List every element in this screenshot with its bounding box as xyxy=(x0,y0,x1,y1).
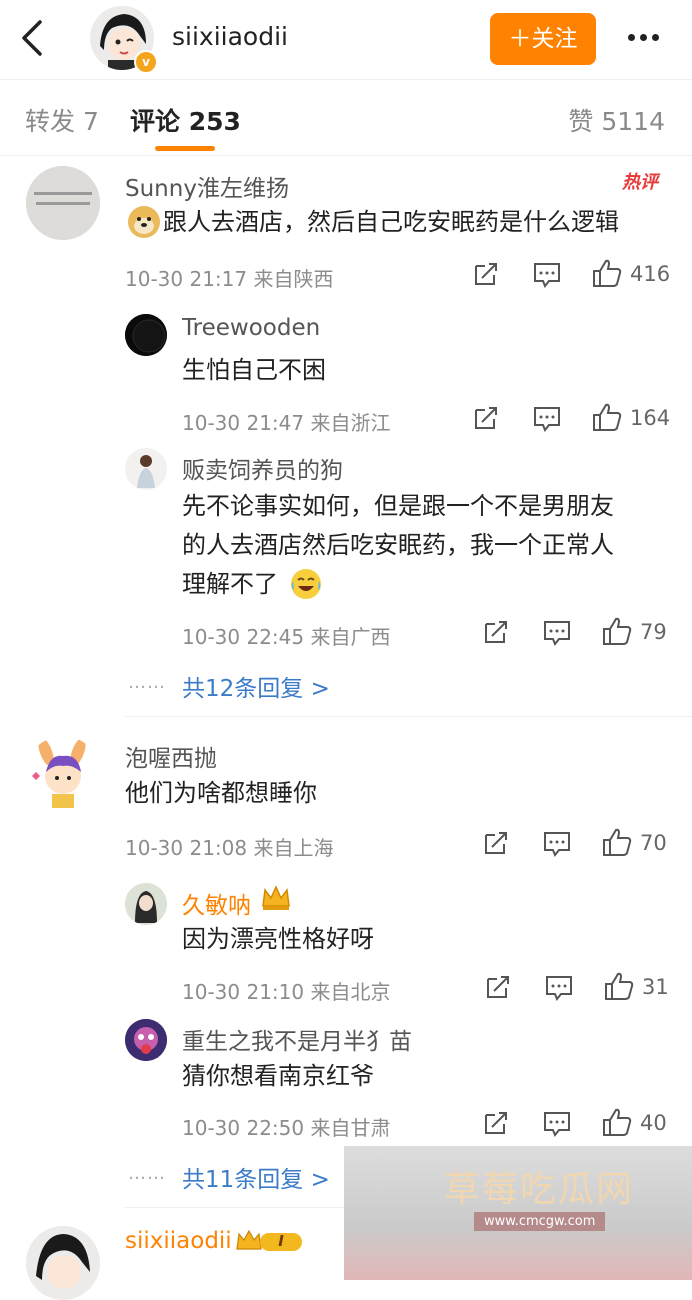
replier-name[interactable]: 久敏呐 xyxy=(182,886,251,920)
reply-meta: 10-30 22:45 来自广西 xyxy=(182,625,391,649)
reply-meta: 10-30 21:47 来自浙江 xyxy=(182,411,391,435)
reply-icon[interactable] xyxy=(543,1111,571,1137)
like-count: 416 xyxy=(630,262,671,286)
like-count: 79 xyxy=(640,620,667,644)
commenter-name[interactable]: 泡喔西抛 xyxy=(125,739,217,773)
replier-name[interactable]: Treewooden xyxy=(182,315,320,341)
watermark-title: 草莓吃瓜网 xyxy=(444,1169,635,1210)
tab-forward[interactable]: 转发 7 xyxy=(25,102,99,138)
reply-text-line-3: 理解不了 xyxy=(182,570,278,598)
like-thumb-icon[interactable] xyxy=(592,402,622,432)
reply-meta: 10-30 22:50 来自甘肃 xyxy=(182,1116,391,1140)
like-thumb-icon[interactable] xyxy=(602,616,632,646)
crown-badge-icon xyxy=(262,885,290,910)
replier-avatar[interactable] xyxy=(125,448,167,490)
doge-emoji-icon xyxy=(128,206,160,238)
like-count: 164 xyxy=(630,406,671,430)
author-username[interactable]: siixiiaodii xyxy=(172,22,288,51)
share-icon[interactable] xyxy=(473,261,499,287)
comment-text: 他们为啥都想睡你 xyxy=(125,779,317,807)
watermark-overlay: 草莓吃瓜网 www.cmcgw.com xyxy=(344,1146,692,1280)
commenter-name[interactable]: Sunny淮左维扬 xyxy=(125,169,289,203)
reply-icon[interactable] xyxy=(545,975,573,1001)
like-count: 70 xyxy=(640,831,667,855)
follow-button[interactable]: ＋关注 xyxy=(490,13,596,65)
reply-text-line-1: 先不论事实如何，但是跟一个不是男朋友 xyxy=(182,492,614,520)
reply-text: 猜你想看南京红爷 xyxy=(182,1062,374,1090)
more-replies-link[interactable]: 共12条回复 > xyxy=(182,669,330,703)
more-replies-link[interactable]: 共11条回复 > xyxy=(182,1160,330,1194)
more-replies-dots: …… xyxy=(128,1163,166,1184)
replier-name[interactable]: 重生之我不是月半犭苗 xyxy=(182,1022,412,1056)
more-options-icon[interactable] xyxy=(628,26,668,52)
replier-name[interactable]: 贩卖饲养员的狗 xyxy=(182,451,343,485)
laugh-cry-emoji-icon xyxy=(291,569,321,599)
commenter-avatar[interactable] xyxy=(26,166,100,240)
like-thumb-icon[interactable] xyxy=(602,827,632,857)
comment-divider xyxy=(125,716,692,717)
share-icon[interactable] xyxy=(483,830,509,856)
reply-meta: 10-30 21:10 来自北京 xyxy=(182,980,391,1004)
replier-avatar[interactable] xyxy=(125,1019,167,1061)
share-icon[interactable] xyxy=(485,974,511,1000)
reply-icon[interactable] xyxy=(543,620,571,646)
commenter-name[interactable]: siixiiaodii xyxy=(125,1228,232,1254)
member-level-badge-icon: I xyxy=(234,1227,304,1255)
share-icon[interactable] xyxy=(473,405,499,431)
tabs-divider xyxy=(0,155,692,156)
comment-text: 跟人去酒店，然后自己吃安眠药是什么逻辑 xyxy=(163,208,619,236)
back-arrow-icon[interactable] xyxy=(18,18,48,58)
watermark-url: www.cmcgw.com xyxy=(474,1212,606,1231)
verified-badge-icon: v xyxy=(134,50,158,74)
share-icon[interactable] xyxy=(483,1110,509,1136)
reply-icon[interactable] xyxy=(533,406,561,432)
replier-avatar[interactable] xyxy=(125,883,167,925)
replier-avatar[interactable] xyxy=(125,314,167,356)
comment-meta: 10-30 21:17 来自陕西 xyxy=(125,267,334,291)
hot-comment-badge: 热评 xyxy=(622,172,658,193)
like-thumb-icon[interactable] xyxy=(592,258,622,288)
tab-likes[interactable]: 赞 5114 xyxy=(568,102,665,138)
active-tab-indicator xyxy=(155,146,215,151)
like-count: 31 xyxy=(642,975,669,999)
share-icon[interactable] xyxy=(483,619,509,645)
reply-icon[interactable] xyxy=(533,262,561,288)
top-bar: v siixiiaodii ＋关注 xyxy=(0,0,692,80)
like-thumb-icon[interactable] xyxy=(604,971,634,1001)
comment-meta: 10-30 21:08 来自上海 xyxy=(125,836,334,860)
tab-bar: 转发 7 评论 253 赞 5114 xyxy=(0,80,692,156)
reply-text: 生怕自己不困 xyxy=(182,356,326,384)
reply-text: 因为漂亮性格好呀 xyxy=(182,925,374,953)
like-count: 40 xyxy=(640,1111,667,1135)
reply-icon[interactable] xyxy=(543,831,571,857)
more-replies-dots: …… xyxy=(128,672,166,693)
commenter-avatar[interactable] xyxy=(26,736,100,810)
commenter-avatar[interactable] xyxy=(26,1226,100,1300)
tab-comments[interactable]: 评论 253 xyxy=(130,102,241,138)
reply-text-line-2: 的人去酒店然后吃安眠药，我一个正常人 xyxy=(182,531,614,559)
like-thumb-icon[interactable] xyxy=(602,1107,632,1137)
